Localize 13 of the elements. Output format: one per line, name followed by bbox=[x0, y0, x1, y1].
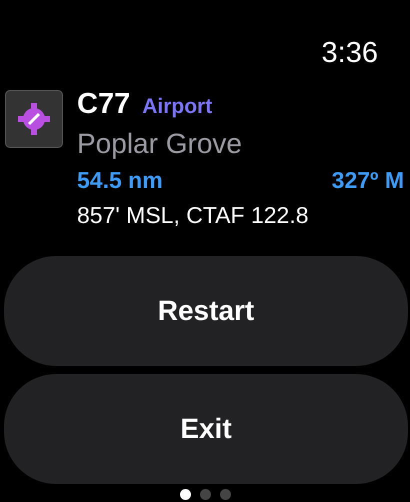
airport-icon bbox=[16, 101, 52, 137]
page-dot[interactable] bbox=[180, 489, 190, 500]
airport-details: 857' MSL, CTAF 122.8 bbox=[77, 201, 310, 230]
action-button[interactable]: Restart bbox=[4, 256, 408, 366]
waypoint-type: Airport bbox=[142, 95, 212, 119]
distance: 54.5 nm bbox=[77, 166, 163, 195]
action-button[interactable]: Exit bbox=[4, 374, 408, 484]
airport-code: C77 bbox=[77, 88, 130, 121]
airport-name: Poplar Grove bbox=[77, 127, 243, 161]
page-dot[interactable] bbox=[220, 489, 230, 500]
clock-time: 3:36 bbox=[322, 36, 378, 70]
page-dot[interactable] bbox=[200, 489, 210, 500]
bearing: 327º M bbox=[332, 166, 404, 195]
